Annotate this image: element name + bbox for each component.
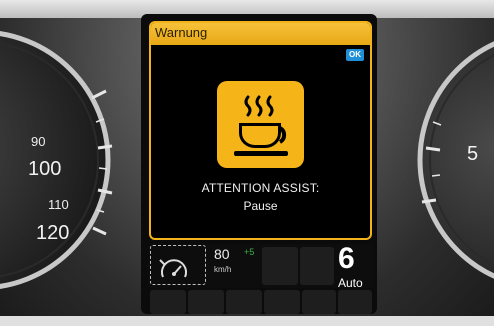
warning-header-title: Warnung [155, 25, 208, 40]
speed-unit: km/h [214, 265, 232, 274]
speedometer-label-90: 90 [31, 134, 46, 149]
status-tile [150, 290, 186, 314]
ok-button[interactable]: OK [346, 49, 364, 61]
speed-tolerance: +5 [244, 247, 255, 257]
status-tile [302, 290, 336, 314]
speedometer-label-110: 110 [48, 197, 69, 212]
tachometer-gauge [417, 41, 494, 279]
status-tile [338, 290, 372, 314]
status-tile [264, 290, 300, 314]
speed-limiter-icon [159, 259, 187, 278]
dashboard-bezel-bottom [0, 316, 494, 326]
tachometer-label-5: 5 [467, 143, 479, 165]
status-tile [300, 247, 334, 285]
speedometer-label-100: 100 [28, 158, 62, 180]
coffee-cup-icon [217, 81, 304, 168]
status-tile [188, 290, 224, 314]
speed-limit-value: 80 [214, 246, 230, 262]
status-tile [262, 247, 298, 285]
gear-indicator: 6 [338, 242, 355, 275]
status-tile [226, 290, 262, 314]
bottom-tile-row [148, 290, 374, 316]
attention-assist-title: ATTENTION ASSIST: [201, 181, 320, 195]
attention-assist-value: Pause [243, 199, 278, 213]
warning-popup: Warnung OK ATTENTION ASSIST: Pause [149, 21, 372, 240]
warning-header: Warnung [151, 23, 370, 45]
gear-mode: Auto [338, 276, 363, 290]
speed-limiter-indicator [150, 245, 206, 285]
speedometer-label-120: 120 [36, 222, 70, 244]
